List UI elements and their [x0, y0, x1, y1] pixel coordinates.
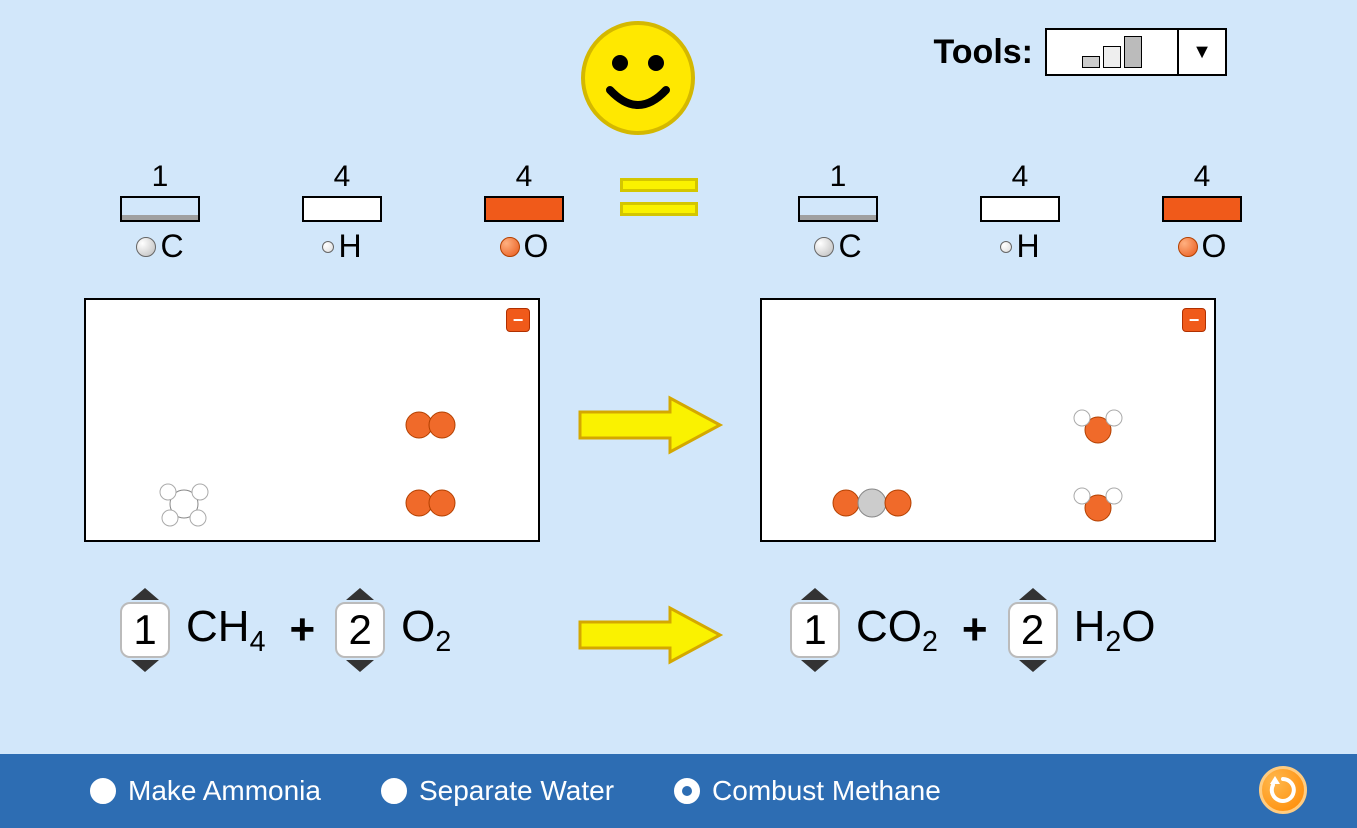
molecule-co2[interactable]	[832, 488, 912, 518]
tools-dropdown[interactable]: ▼	[1045, 28, 1227, 76]
option-combust-methane[interactable]: Combust Methane	[674, 775, 941, 807]
spinner-up-icon[interactable]	[131, 588, 159, 600]
hydrogen-atom-icon	[322, 241, 334, 253]
spinner-down-icon[interactable]	[131, 660, 159, 672]
option-separate-water[interactable]: Separate Water	[381, 775, 614, 807]
simulation-stage: Tools: ▼ 1 C 4 H 4 O	[0, 0, 1357, 828]
reactant-atom-counters: 1 C 4 H 4 O	[110, 160, 574, 265]
oxygen-atom-icon	[500, 237, 520, 257]
radio-icon	[674, 778, 700, 804]
plus-sign: +	[289, 605, 315, 655]
spinner-down-icon[interactable]	[801, 660, 829, 672]
bottom-bar: Make Ammonia Separate Water Combust Meth…	[0, 754, 1357, 828]
chevron-down-icon[interactable]: ▼	[1177, 30, 1225, 74]
plus-sign: +	[962, 605, 988, 655]
formula-h2o: H2O	[1074, 602, 1156, 659]
radio-icon	[381, 778, 407, 804]
formula-o2: O2	[401, 602, 451, 659]
option-label: Make Ammonia	[128, 775, 321, 807]
coef-spinner-co2[interactable]: 1	[790, 588, 840, 672]
coef-spinner-o2[interactable]: 2	[335, 588, 385, 672]
counter-o-left: 4 O	[474, 160, 574, 265]
remove-reactant-button[interactable]: −	[506, 308, 530, 332]
formula-co2: CO2	[856, 602, 938, 659]
option-make-ammonia[interactable]: Make Ammonia	[90, 775, 321, 807]
carbon-atom-icon	[136, 237, 156, 257]
counter-c-left: 1 C	[110, 160, 210, 265]
counter-c-right: 1 C	[788, 160, 888, 265]
coef-spinner-h2o[interactable]: 2	[1008, 588, 1058, 672]
equals-icon	[620, 178, 698, 216]
reactants-box[interactable]: −	[84, 298, 540, 542]
option-label: Separate Water	[419, 775, 614, 807]
reactants-equation: 1 CH4 + 2 O2	[120, 588, 455, 672]
equation-arrow-icon	[570, 600, 730, 670]
reset-icon	[1268, 775, 1298, 805]
remove-product-button[interactable]: −	[1182, 308, 1206, 332]
spinner-down-icon[interactable]	[346, 660, 374, 672]
spinner-down-icon[interactable]	[1019, 660, 1047, 672]
products-box[interactable]: −	[760, 298, 1216, 542]
radio-icon	[90, 778, 116, 804]
option-label: Combust Methane	[712, 775, 941, 807]
molecule-ch4[interactable]	[156, 476, 212, 532]
spinner-up-icon[interactable]	[1019, 588, 1047, 600]
counter-h-right: 4 H	[970, 160, 1070, 265]
tools-label: Tools:	[934, 33, 1033, 72]
tools-panel: Tools: ▼	[934, 28, 1227, 76]
molecule-h2o[interactable]	[1072, 486, 1124, 522]
reset-button[interactable]	[1259, 766, 1307, 814]
molecule-h2o[interactable]	[1072, 408, 1124, 444]
products-equation: 1 CO2 + 2 H2O	[790, 588, 1160, 672]
formula-ch4: CH4	[186, 602, 265, 659]
molecule-o2[interactable]	[404, 410, 460, 440]
counter-h-left: 4 H	[292, 160, 392, 265]
coef-spinner-ch4[interactable]: 1	[120, 588, 170, 672]
reaction-arrow-icon	[570, 390, 730, 460]
oxygen-atom-icon	[1178, 237, 1198, 257]
carbon-atom-icon	[814, 237, 834, 257]
spinner-up-icon[interactable]	[801, 588, 829, 600]
spinner-up-icon[interactable]	[346, 588, 374, 600]
product-atom-counters: 1 C 4 H 4 O	[788, 160, 1252, 265]
smiley-icon	[578, 18, 698, 143]
bar-chart-icon	[1047, 30, 1177, 74]
molecule-o2[interactable]	[404, 488, 460, 518]
hydrogen-atom-icon	[1000, 241, 1012, 253]
counter-o-right: 4 O	[1152, 160, 1252, 265]
